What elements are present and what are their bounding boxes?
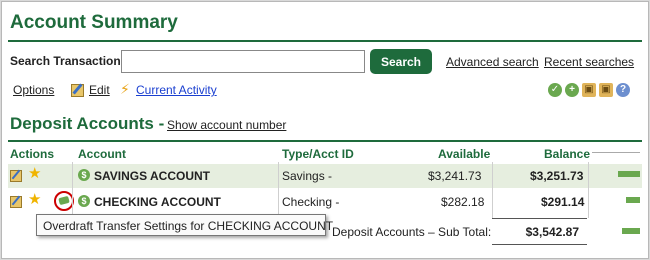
options-link[interactable]: Options <box>13 83 54 97</box>
column-header-actions: Actions <box>10 147 55 161</box>
page-title: Account Summary <box>10 12 178 33</box>
edit-icon[interactable] <box>10 196 22 208</box>
lightning-icon[interactable]: ⚡ <box>120 82 130 96</box>
available-amount: $282.18 <box>441 195 485 209</box>
show-account-number-link[interactable]: Show account number <box>167 118 286 132</box>
toolbar-icons: ✓ + ▣ ▣ ? <box>548 83 630 97</box>
account-type: Savings - <box>282 169 333 183</box>
edit-icon[interactable] <box>71 84 84 97</box>
overdraft-tooltip: Overdraft Transfer Settings for CHECKING… <box>36 214 333 236</box>
column-header-type[interactable]: Type/Acct ID <box>282 147 354 161</box>
box-icon[interactable]: ▣ <box>582 83 596 97</box>
subtotal-box: $3,542.87 <box>492 218 587 245</box>
balance-amount: $3,251.73 <box>530 169 584 183</box>
column-divider <box>72 162 73 218</box>
section-divider <box>8 140 642 142</box>
balance-bar-track-header <box>592 152 640 158</box>
column-divider <box>492 162 493 218</box>
balance-amount: $291.14 <box>541 195 585 209</box>
column-header-account[interactable]: Account <box>78 147 126 161</box>
balance-bar <box>626 197 640 203</box>
subtotal-label: Deposit Accounts – Sub Total: <box>332 225 492 239</box>
box-icon[interactable]: ▣ <box>599 83 613 97</box>
subtotal-value: $3,542.87 <box>525 225 579 239</box>
column-header-available[interactable]: Available <box>438 147 490 161</box>
column-header-balance[interactable]: Balance <box>544 147 590 161</box>
search-button[interactable]: Search <box>370 49 432 74</box>
table-row: ★ $ SAVINGS ACCOUNT Savings - $3,241.73 … <box>8 164 642 188</box>
overdraft-transfer-icon[interactable] <box>54 191 74 211</box>
edit-link[interactable]: Edit <box>89 83 110 97</box>
account-type: Checking - <box>282 195 340 209</box>
account-name[interactable]: SAVINGS ACCOUNT <box>94 169 210 183</box>
account-summary-panel: Account Summary Search Transactions: Sea… <box>1 1 649 259</box>
available-amount: $3,241.73 <box>428 169 482 183</box>
check-icon[interactable]: ✓ <box>548 83 562 97</box>
column-divider <box>588 162 589 218</box>
balance-bar <box>618 171 640 177</box>
column-divider <box>278 162 279 218</box>
table-row: ★ $ CHECKING ACCOUNT Checking - $282.18 … <box>8 190 642 214</box>
dollar-icon: $ <box>78 169 90 181</box>
help-icon[interactable]: ? <box>616 83 630 97</box>
title-divider <box>8 40 642 42</box>
account-name[interactable]: CHECKING ACCOUNT <box>94 195 221 209</box>
search-label: Search Transactions: <box>10 54 132 68</box>
edit-icon[interactable] <box>10 170 22 182</box>
add-icon[interactable]: + <box>565 83 579 97</box>
deposit-section-title: Deposit Accounts - <box>10 114 165 133</box>
search-input[interactable] <box>121 50 365 73</box>
dollar-icon: $ <box>78 195 90 207</box>
star-icon[interactable]: ★ <box>28 166 41 181</box>
current-activity-link[interactable]: Current Activity <box>136 83 217 97</box>
subtotal-bar <box>622 228 640 234</box>
advanced-search-link[interactable]: Advanced search <box>446 55 539 69</box>
recent-searches-link[interactable]: Recent searches <box>544 55 634 69</box>
star-icon[interactable]: ★ <box>28 192 41 207</box>
